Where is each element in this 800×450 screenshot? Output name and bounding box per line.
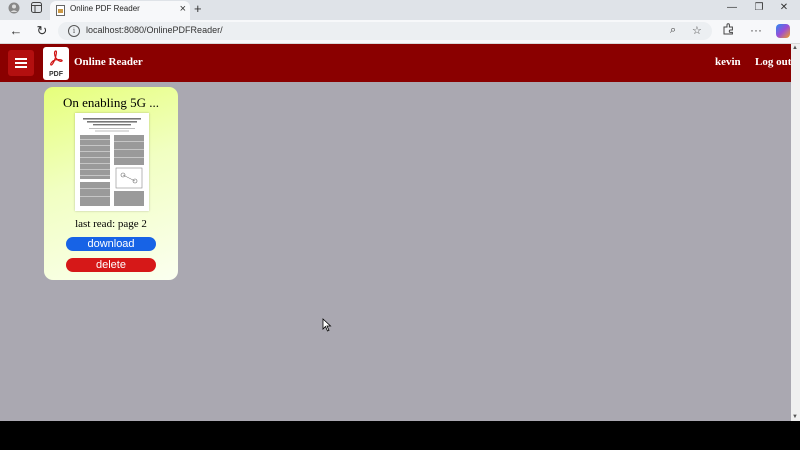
document-title: On enabling 5G ...: [62, 95, 160, 110]
new-tab-button[interactable]: +: [194, 1, 202, 16]
tab-close-icon[interactable]: ×: [180, 3, 186, 15]
minimize-icon[interactable]: —: [722, 2, 742, 13]
app-header: PDF Online Reader kevin Log out: [0, 44, 800, 82]
tab-favicon-icon: [56, 5, 65, 16]
logout-link[interactable]: Log out: [755, 56, 791, 68]
tab-title: Online PDF Reader: [70, 4, 140, 13]
profile-icon[interactable]: [6, 2, 22, 18]
address-bar[interactable]: i localhost:8080/OnlinePDFReader/ ⌕ ☆: [58, 22, 712, 40]
document-thumbnail[interactable]: [75, 113, 149, 211]
browser-tab-bar: Online PDF Reader × + — ❐ ✕: [0, 0, 800, 20]
workspaces-icon[interactable]: [28, 2, 44, 18]
last-read-status: last read: page 2: [75, 218, 147, 230]
favorite-icon[interactable]: ☆: [692, 24, 702, 37]
reload-icon[interactable]: ↻: [34, 23, 50, 39]
address-text[interactable]: localhost:8080/OnlinePDFReader/: [86, 25, 223, 35]
page-scrollbar[interactable]: ▲ ▼: [791, 44, 800, 421]
brand-title[interactable]: Online Reader: [74, 56, 143, 68]
copilot-icon[interactable]: [776, 24, 790, 38]
hamburger-icon: [15, 58, 27, 60]
scroll-up-icon[interactable]: ▲: [792, 45, 798, 51]
site-info-icon[interactable]: i: [68, 25, 80, 37]
page-content: PDF Online Reader kevin Log out On enabl…: [0, 44, 800, 421]
extensions-icon[interactable]: [722, 23, 734, 38]
back-icon[interactable]: ←: [8, 23, 24, 39]
logo-text: PDF: [49, 71, 63, 78]
scroll-down-icon[interactable]: ▼: [792, 414, 798, 420]
close-window-icon[interactable]: ✕: [774, 2, 794, 13]
document-card: On enabling 5G ... last read: page 2 dow…: [44, 87, 178, 280]
browser-tab[interactable]: Online PDF Reader ×: [50, 1, 190, 20]
restore-icon[interactable]: ❐: [749, 2, 769, 13]
download-button[interactable]: download: [66, 237, 156, 251]
username[interactable]: kevin: [715, 56, 741, 68]
zoom-icon[interactable]: ⌕: [670, 24, 676, 37]
mouse-cursor-icon: [322, 318, 332, 337]
more-icon[interactable]: ···: [750, 23, 762, 37]
browser-toolbar: ← ↻ i localhost:8080/OnlinePDFReader/ ⌕ …: [0, 20, 800, 44]
menu-button[interactable]: [8, 50, 34, 76]
delete-button[interactable]: delete: [66, 258, 156, 272]
pdf-logo-icon: PDF: [43, 47, 69, 80]
